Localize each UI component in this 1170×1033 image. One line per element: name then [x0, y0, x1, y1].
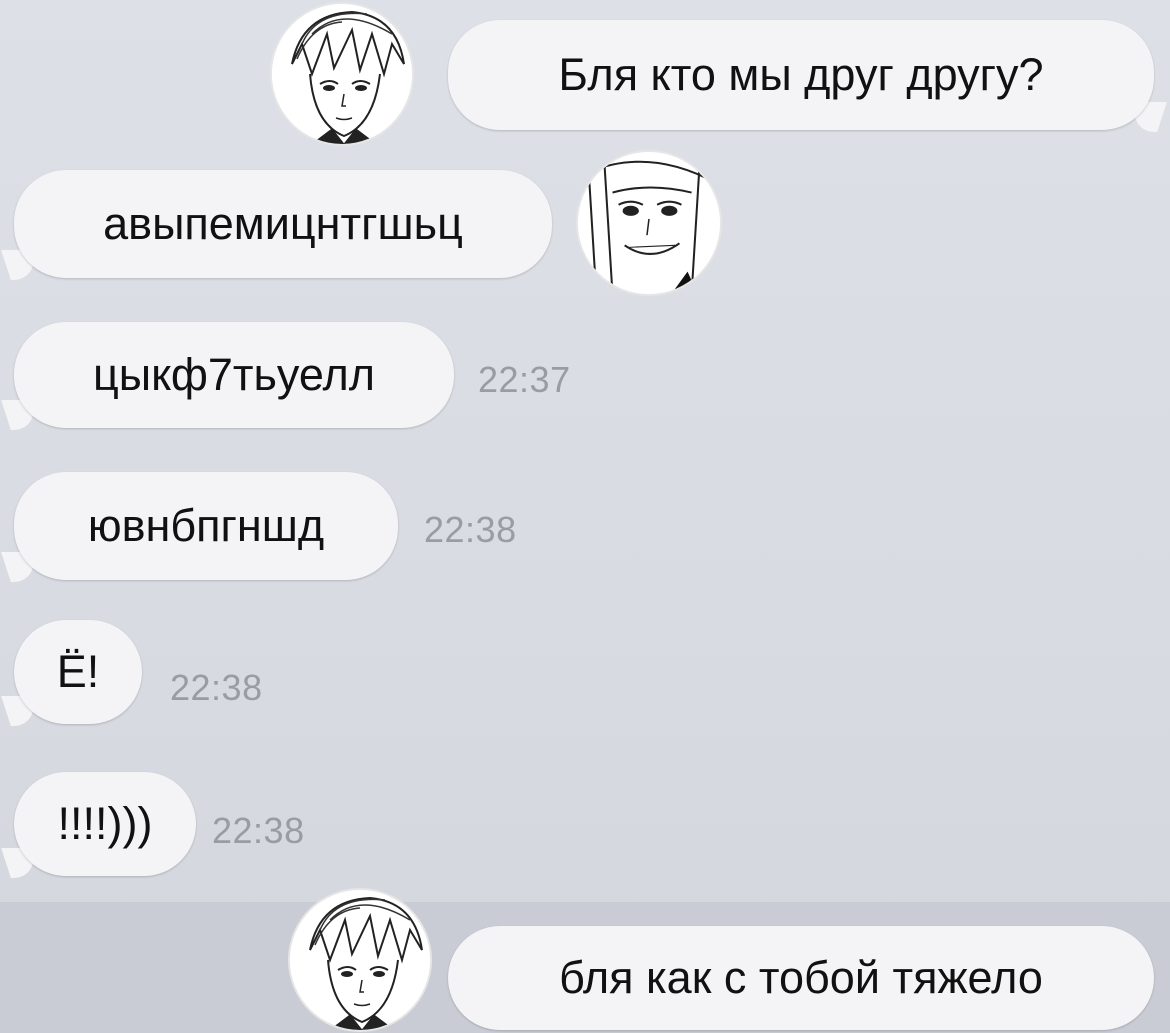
- message-bubble-incoming[interactable]: цыкф7тьуелл: [14, 322, 454, 428]
- message-text: Ё!: [56, 646, 100, 697]
- message-text: цыкф7тьуелл: [93, 349, 375, 400]
- avatar[interactable]: [290, 890, 430, 1030]
- message-timestamp: 22:38: [212, 810, 305, 851]
- message-bubble-incoming[interactable]: !!!!))): [14, 772, 196, 876]
- manga-boy-avatar-icon: [290, 890, 430, 1030]
- message-text: Бля кто мы друг другу?: [558, 49, 1044, 100]
- avatar[interactable]: [578, 152, 720, 294]
- manga-boy-avatar-icon: [272, 4, 412, 144]
- message-text: бля как с тобой тяжело: [559, 952, 1043, 1003]
- message-text: !!!!))): [57, 798, 153, 849]
- message-timestamp: 22:37: [478, 359, 571, 400]
- message-text: авыпемицнтгшьц: [103, 198, 463, 249]
- manga-smiling-avatar-icon: [578, 152, 720, 294]
- message-bubble-incoming[interactable]: Ё!: [14, 620, 142, 724]
- chat-thread: Бля кто мы друг другу? авыпемицнтгшьц цы…: [0, 0, 1170, 1033]
- message-bubble-incoming[interactable]: авыпемицнтгшьц: [14, 170, 552, 278]
- message-timestamp: 22:38: [170, 667, 263, 708]
- message-text: ювнбпгншд: [87, 500, 325, 551]
- message-timestamp: 22:38: [424, 509, 517, 550]
- message-bubble-incoming[interactable]: ювнбпгншд: [14, 472, 398, 580]
- message-bubble-outgoing[interactable]: Бля кто мы друг другу?: [448, 20, 1154, 130]
- message-bubble-outgoing[interactable]: бля как с тобой тяжело: [448, 926, 1154, 1030]
- avatar[interactable]: [272, 4, 412, 144]
